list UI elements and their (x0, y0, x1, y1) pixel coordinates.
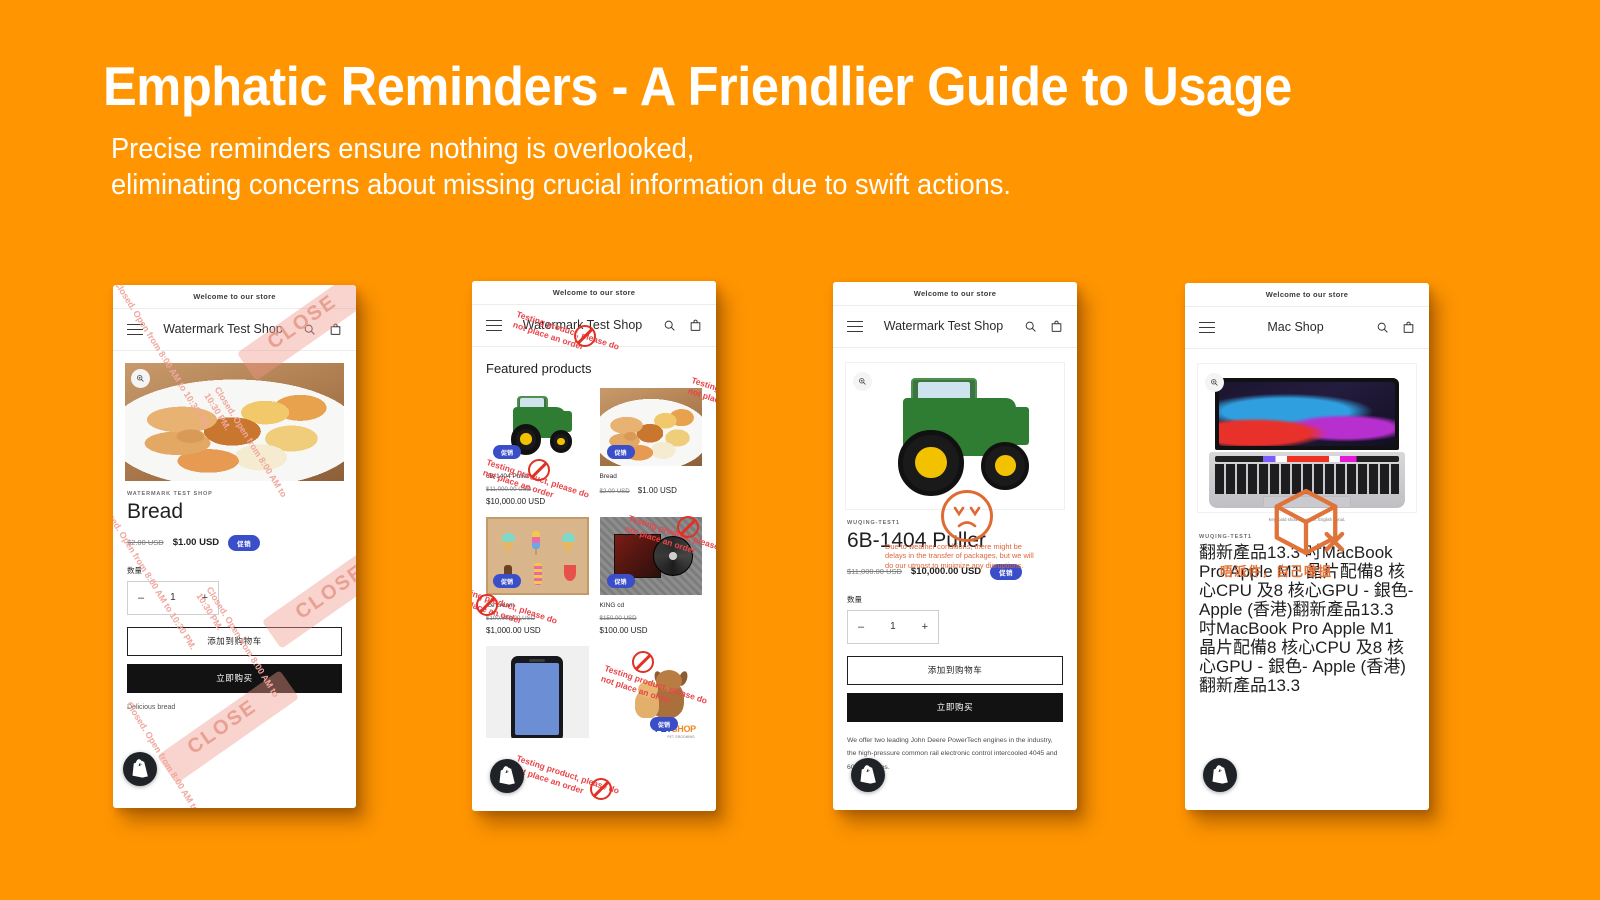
increment-button[interactable]: + (922, 621, 928, 633)
store-header: Mac Shop (1185, 307, 1429, 349)
status-badge-sale: 促销 (606, 445, 635, 459)
product-title: 翻新產品13.3 吋MacBook Pro Apple M1 晶片配備8 核心C… (1199, 543, 1414, 696)
price-row: $11,000.00 USD $10,000.00 USD 促销 (847, 563, 1063, 580)
quantity-stepper[interactable]: – 1 + (127, 580, 219, 615)
product-title: Bread (127, 500, 184, 523)
image-caption: Keyboard shown in a U.S. English layout. (1268, 517, 1346, 522)
product-image-macbook: Keyboard shown in a U.S. English layout. (1185, 349, 1429, 522)
old-price: $100,000.00 USD (486, 615, 536, 622)
hamburger-menu-icon[interactable] (127, 323, 143, 336)
product-vendor: WUQING-TEST1 (1199, 534, 1252, 540)
product-card[interactable] (486, 646, 589, 738)
old-price: $2.00 USD (127, 538, 164, 548)
product-image-tractor (833, 348, 1077, 510)
store-header: Watermark Test Shop (472, 305, 716, 347)
status-badge-sale: 促销 (493, 574, 522, 588)
hamburger-menu-icon[interactable] (486, 319, 502, 332)
price-row: $2.00 USD $1.00 USD 促销 (127, 534, 342, 551)
search-icon[interactable] (663, 319, 676, 332)
store-name: Mac Shop (1267, 320, 1324, 335)
status-badge-sale: 促销 (990, 563, 1022, 580)
shopify-logo-badge (123, 752, 157, 786)
product-card[interactable]: 促销 KING cd $150.00 USD $100.00 USD (599, 517, 702, 635)
search-icon[interactable] (1376, 321, 1389, 334)
product-description: Delicious bread (127, 703, 176, 711)
hamburger-menu-icon[interactable] (847, 320, 863, 333)
mockup-1-product-bread: Welcome to our store Watermark Test Shop (113, 285, 356, 808)
shopping-bag-icon[interactable] (689, 319, 702, 332)
buy-now-button[interactable]: 立即购买 (847, 692, 1063, 722)
product-vendor: WATERMARK TEST SHOP (127, 491, 213, 497)
store-name: Watermark Test Shop (163, 322, 283, 337)
status-badge-sale: 促销 (228, 534, 260, 551)
announcement-bar: Welcome to our store (472, 281, 716, 305)
zoom-in-icon[interactable] (853, 372, 872, 391)
old-price: $11,000.00 USD (486, 486, 532, 493)
product-image-bread (113, 351, 356, 481)
shopify-logo-badge (851, 758, 885, 792)
section-title: Featured products (486, 361, 592, 376)
new-price: $1.00 USD (172, 537, 220, 549)
store-name: Watermark Test Shop (522, 318, 643, 333)
status-badge-sale: 促销 (649, 717, 678, 731)
product-name: Ice cream (486, 602, 515, 609)
quantity-label: 数量 (127, 565, 142, 575)
new-price: $100.00 USD (599, 626, 648, 635)
product-card[interactable]: PETSHOP PET GROOMING 促销 (599, 646, 702, 738)
new-price: $10,000.00 USD (486, 497, 546, 506)
product-card[interactable]: 促销 Bread $2.00 USD $1.00 USD (599, 388, 702, 506)
mockup-4-product-macbook: Welcome to our store Mac Shop Keyboard s… (1185, 283, 1429, 810)
product-title: 6B-1404 Puller (847, 529, 986, 552)
search-icon[interactable] (1024, 320, 1037, 333)
new-price: $10,000.00 USD (910, 566, 982, 578)
zoom-in-icon[interactable] (1205, 373, 1224, 392)
no-entry-icon (590, 778, 612, 800)
quantity-value: 1 (890, 621, 896, 633)
quantity-label: 数量 (847, 594, 862, 604)
old-price: $11,000.00 USD (847, 567, 902, 577)
announcement-bar: Welcome to our store (833, 282, 1077, 306)
quantity-value: 1 (170, 592, 176, 604)
status-badge-sale: 促销 (493, 445, 522, 459)
announcement-bar: Welcome to our store (1185, 283, 1429, 307)
shopping-bag-icon[interactable] (1402, 321, 1415, 334)
product-name: KING cd (599, 602, 625, 609)
product-card[interactable]: 促销 Ice cream $100,000.00 USD $1,000.00 U… (486, 517, 589, 635)
mockup-gallery: Welcome to our store Watermark Test Shop (0, 0, 1600, 900)
watermark-text-7: Testing product, please do not place an … (511, 752, 621, 796)
buy-now-button[interactable]: 立即购买 (127, 663, 342, 693)
add-to-cart-button[interactable]: 添加到购物车 (127, 626, 342, 656)
decrement-button[interactable]: – (138, 592, 144, 604)
mockup-2-featured-products: Welcome to our store Watermark Test Shop… (472, 281, 716, 811)
store-header: Watermark Test Shop (113, 309, 356, 351)
decrement-button[interactable]: – (858, 621, 864, 633)
add-to-cart-button[interactable]: 添加到购物车 (847, 655, 1063, 685)
announcement-bar: Welcome to our store (113, 285, 356, 309)
status-badge-sale: 促销 (606, 574, 635, 588)
old-price: $2.00 USD (599, 488, 630, 495)
product-name: Bread (599, 473, 617, 480)
product-card[interactable]: 促销 6B-1404 Puller $11,000.00 USD $10,000… (486, 388, 589, 506)
shopping-bag-icon[interactable] (1050, 320, 1063, 333)
hamburger-menu-icon[interactable] (1199, 321, 1215, 334)
old-price: $150.00 USD (599, 615, 637, 622)
petshop-tagline: PET GROOMING (667, 735, 695, 738)
mockup-3-product-puller: Welcome to our store Watermark Test Shop (833, 282, 1077, 810)
search-icon[interactable] (303, 323, 316, 336)
new-price: $1.00 USD (637, 486, 677, 495)
increment-button[interactable]: + (202, 592, 208, 604)
shopify-logo-badge (1203, 758, 1237, 792)
product-vendor: WUQING-TEST1 (847, 520, 900, 526)
product-grid: 促销 6B-1404 Puller $11,000.00 USD $10,000… (472, 376, 716, 738)
shopping-bag-icon[interactable] (329, 323, 342, 336)
product-name: 6B-1404 Puller (486, 473, 529, 480)
quantity-stepper[interactable]: – 1 + (847, 609, 939, 644)
new-price: $1,000.00 USD (486, 626, 541, 635)
store-header: Watermark Test Shop (833, 306, 1077, 348)
zoom-in-icon[interactable] (131, 369, 150, 388)
shopify-logo-badge (490, 759, 524, 793)
store-name: Watermark Test Shop (883, 319, 1004, 334)
